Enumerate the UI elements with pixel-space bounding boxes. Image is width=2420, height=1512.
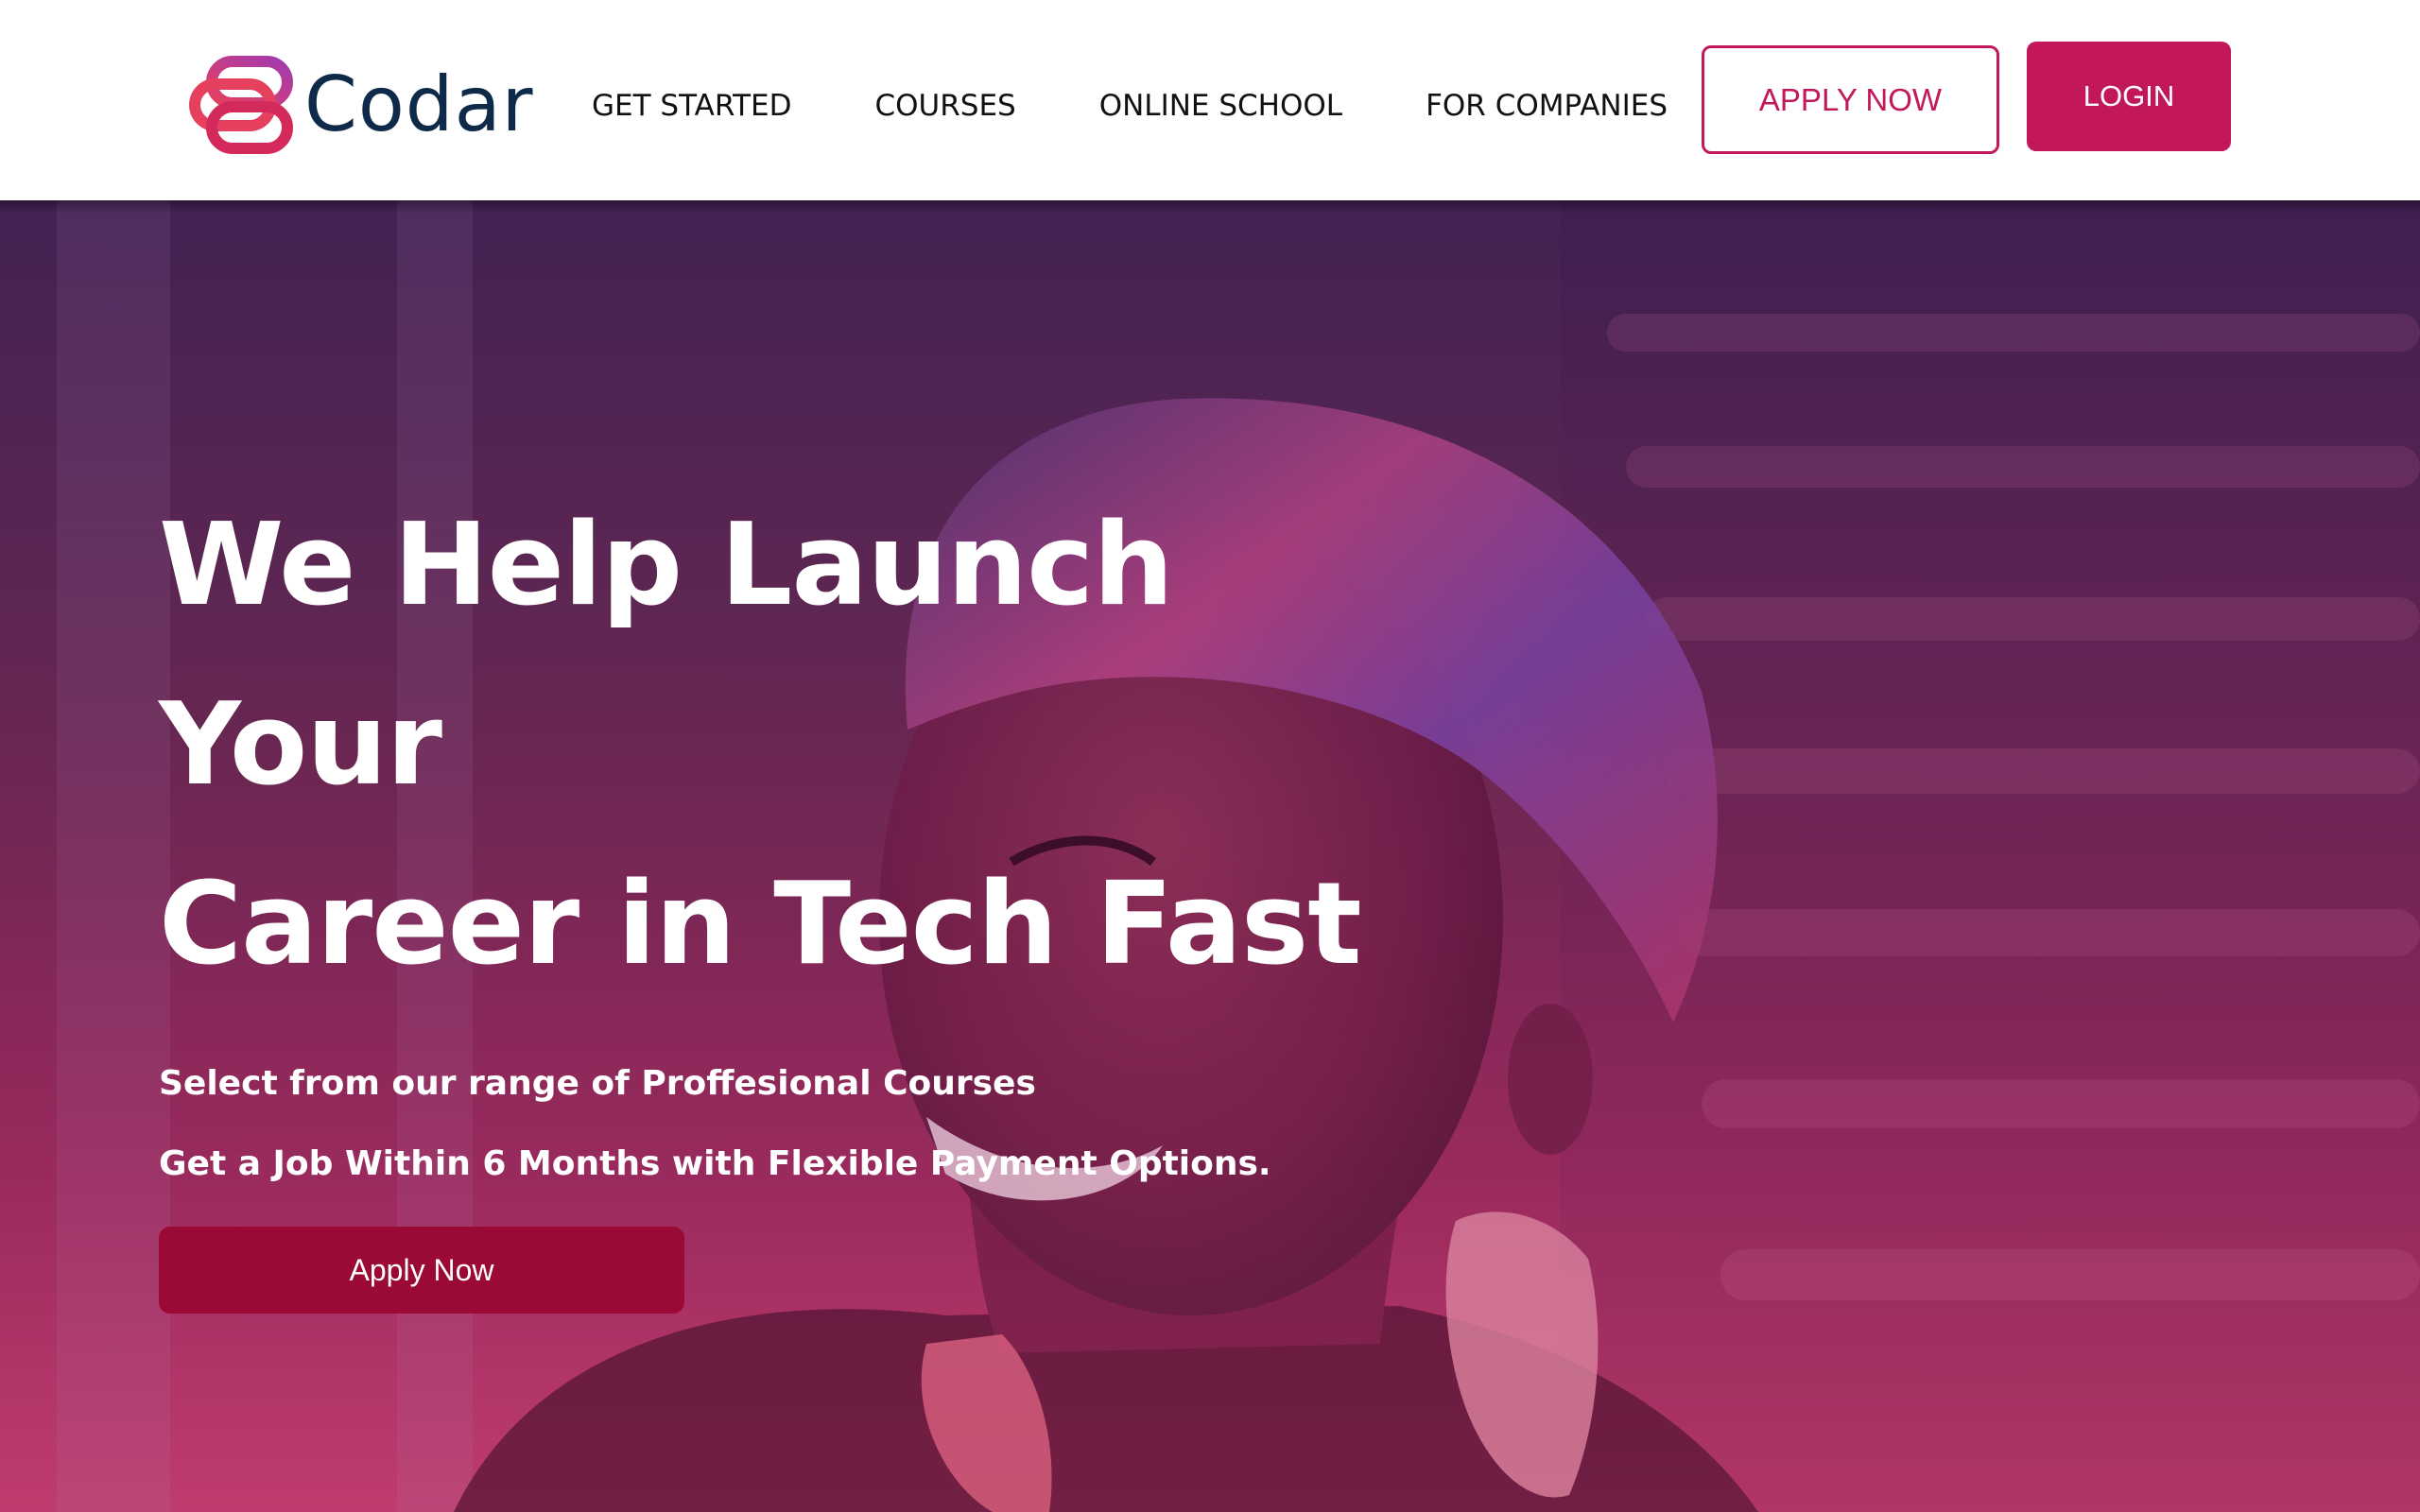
brand-logo[interactable]: Codar bbox=[189, 53, 534, 157]
login-button[interactable]: LOGIN bbox=[2027, 42, 2231, 151]
nav-courses[interactable]: COURSES bbox=[875, 89, 1016, 123]
hero-title: We Help Launch Your Career in Tech Fast bbox=[159, 476, 1482, 1015]
nav-get-started[interactable]: GET STARTED bbox=[592, 89, 792, 123]
hero-subtitle-courses: Select from our range of Proffesional Co… bbox=[159, 1064, 1036, 1103]
site-header: Codar GET STARTED COURSES ONLINE SCHOOL … bbox=[0, 0, 2420, 200]
hero-section: We Help Launch Your Career in Tech Fast … bbox=[0, 200, 2420, 1512]
hero-apply-now-button[interactable]: Apply Now bbox=[159, 1227, 684, 1314]
header-shadow bbox=[0, 200, 2420, 214]
header-apply-now-button[interactable]: APPLY NOW bbox=[1702, 45, 1999, 154]
hero-content: We Help Launch Your Career in Tech Fast … bbox=[159, 476, 1482, 1314]
codar-logo-icon bbox=[189, 56, 293, 154]
brand-name: Codar bbox=[304, 60, 534, 148]
hero-title-line-1: We Help Launch Your bbox=[159, 500, 1174, 811]
hero-title-line-2: Career in Tech Fast bbox=[159, 859, 1362, 990]
nav-for-companies[interactable]: FOR COMPANIES bbox=[1426, 89, 1668, 123]
hero-subtitle-job: Get a Job Within 6 Months with Flexible … bbox=[159, 1144, 1271, 1183]
main-nav: GET STARTED COURSES ONLINE SCHOOL FOR CO… bbox=[592, 89, 1668, 123]
nav-online-school[interactable]: ONLINE SCHOOL bbox=[1099, 89, 1342, 123]
